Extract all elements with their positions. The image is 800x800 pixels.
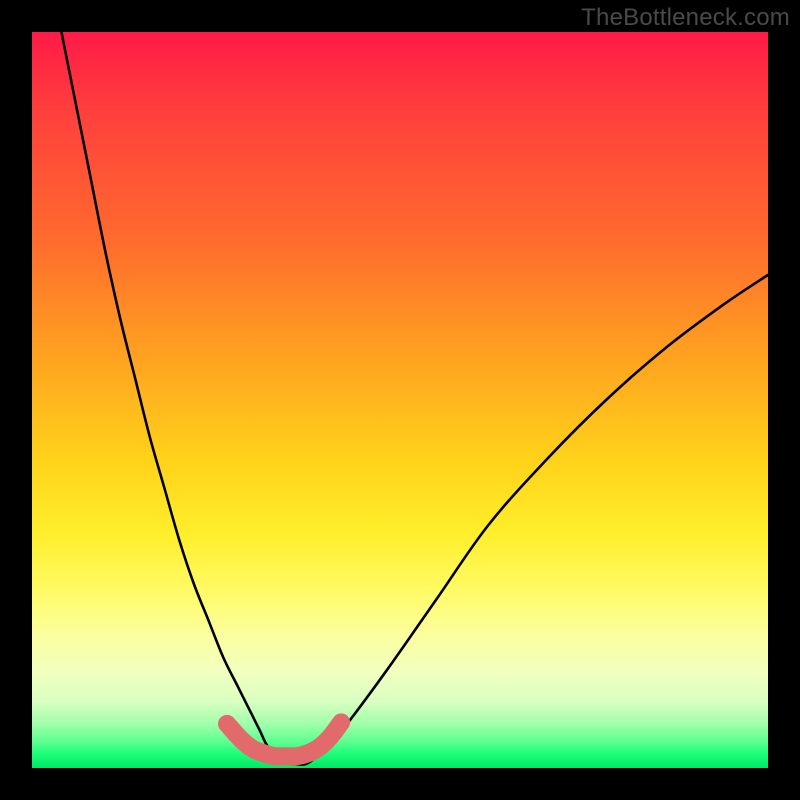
bottleneck-curve [61,32,768,765]
chart-frame: TheBottleneck.com [0,0,800,800]
curve-layer [32,32,768,768]
optimal-band-end-dot [333,714,349,730]
optimal-band-markers [219,714,349,756]
watermark-label: TheBottleneck.com [581,4,790,32]
optimal-band-end-dot [219,716,235,732]
plot-area [32,32,768,768]
optimal-band-stroke [227,722,341,756]
